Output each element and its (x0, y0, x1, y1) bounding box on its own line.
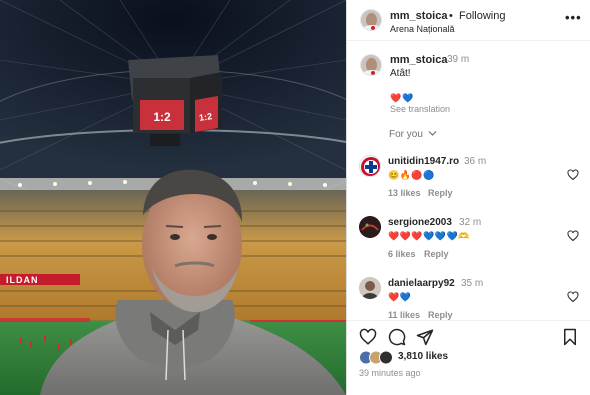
post-location[interactable]: Arena Națională (390, 24, 455, 34)
comment-time[interactable]: 36 m (464, 156, 486, 167)
comment-time[interactable]: 32 m (459, 217, 481, 228)
post-header: mm_stoica • Following Arena Națională ••… (347, 0, 590, 40)
header-separator: • (449, 10, 453, 22)
svg-text:1:2: 1:2 (198, 111, 212, 123)
save-bookmark-icon[interactable] (561, 328, 579, 346)
header-divider (347, 40, 590, 41)
comment-bubble-icon[interactable] (388, 328, 406, 346)
see-translation-link[interactable]: See translation (390, 104, 450, 114)
scoreboard-score: 1:2 (153, 110, 171, 124)
comment-reply-button[interactable]: Reply (428, 310, 453, 320)
following-button[interactable]: Following (459, 10, 505, 22)
comment-username[interactable]: danielaarpy92 (388, 278, 455, 289)
comment-like-heart-icon[interactable] (567, 291, 579, 303)
post-timestamp[interactable]: 39 minutes ago (359, 368, 421, 378)
comment-text: ❤️❤️❤️💙💙💙🫶 (388, 231, 470, 241)
stadium-banner: ILDAN (6, 275, 39, 285)
comment-text: ❤️💙 (388, 292, 412, 302)
comment-username[interactable]: unitidin1947.ro (388, 156, 459, 167)
caption-avatar[interactable] (360, 54, 382, 76)
comment-avatar[interactable] (359, 216, 381, 238)
comment-sort-label: For you (389, 129, 423, 140)
comment-likes[interactable]: 11 likes (388, 310, 420, 320)
comment-like-heart-icon[interactable] (567, 230, 579, 242)
comment-time[interactable]: 35 m (461, 278, 483, 289)
caption-username[interactable]: mm_stoica (390, 54, 447, 66)
author-avatar[interactable] (360, 9, 382, 31)
comment-sort-dropdown[interactable]: For you (389, 129, 437, 140)
more-options-icon[interactable]: ••• (565, 10, 582, 25)
likes-count[interactable]: 3,810 likes (398, 351, 448, 362)
caption-text: Atât! (390, 68, 411, 79)
comment-text: 😊🔥🔴🔵 (388, 170, 435, 180)
caption-emojis: ❤️💙 (390, 93, 415, 103)
post-action-bar (347, 320, 590, 350)
liker-avatars[interactable] (359, 350, 393, 365)
comment-avatar[interactable] (359, 155, 381, 177)
like-heart-icon[interactable] (359, 328, 377, 346)
comment-likes[interactable]: 6 likes (388, 249, 416, 259)
comment-likes[interactable]: 13 likes (388, 188, 421, 198)
stadium-selfie-image: 1:2 1:2 ILDAN (0, 0, 346, 395)
comment-avatar[interactable] (359, 277, 381, 299)
comment-reply-button[interactable]: Reply (428, 188, 453, 198)
chevron-down-icon (428, 131, 437, 136)
post-photo[interactable]: 1:2 1:2 ILDAN (0, 0, 346, 395)
share-paper-plane-icon[interactable] (416, 328, 434, 346)
comment-username[interactable]: sergione2003 (388, 217, 452, 228)
comment-like-heart-icon[interactable] (567, 169, 579, 181)
comment-reply-button[interactable]: Reply (424, 249, 449, 259)
caption-time[interactable]: 39 m (447, 54, 469, 65)
post-detail-panel: mm_stoica • Following Arena Națională ••… (346, 0, 590, 395)
author-username[interactable]: mm_stoica (390, 10, 447, 22)
